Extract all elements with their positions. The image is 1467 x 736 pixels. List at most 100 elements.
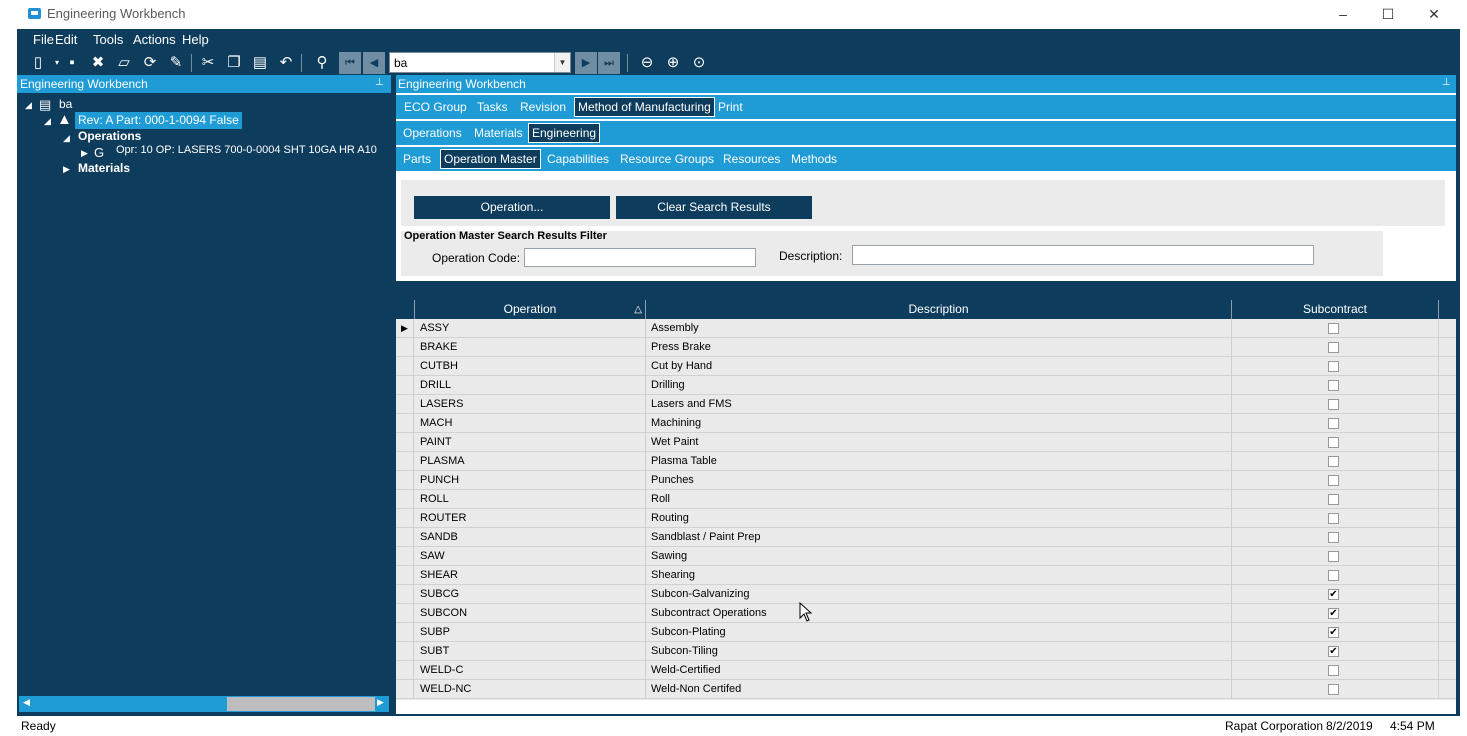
column-header-operation[interactable]: Operation △ (415, 300, 646, 319)
attach-icon[interactable]: ✎ (165, 52, 187, 74)
tab-print[interactable]: Print (718, 100, 743, 114)
cell-operation[interactable]: WELD-NC (415, 680, 646, 699)
cell-operation[interactable]: SANDB (415, 528, 646, 547)
table-row[interactable]: CUTBH Cut by Hand (396, 357, 1456, 376)
row-selector[interactable] (396, 376, 414, 395)
copy-icon[interactable]: ❐ (223, 52, 245, 74)
menu-edit[interactable]: Edit (55, 32, 77, 47)
operation-code-input[interactable] (525, 249, 755, 266)
subcontract-checkbox[interactable] (1328, 323, 1339, 334)
tab-tasks[interactable]: Tasks (477, 100, 508, 114)
cell-description[interactable]: Subcon-Galvanizing (646, 585, 1232, 604)
subcontract-checkbox[interactable] (1328, 361, 1339, 372)
cell-description[interactable]: Routing (646, 509, 1232, 528)
row-selector[interactable] (396, 661, 414, 680)
cell-operation[interactable]: ROUTER (415, 509, 646, 528)
cell-operation[interactable]: SUBT (415, 642, 646, 661)
tab-method-of-manufacturing[interactable]: Method of Manufacturing (574, 97, 715, 117)
table-row[interactable]: ROUTER Routing (396, 509, 1456, 528)
table-row[interactable]: BRAKE Press Brake (396, 338, 1456, 357)
column-header-description[interactable]: Description (646, 300, 1232, 319)
cell-description[interactable]: Roll (646, 490, 1232, 509)
subcontract-checkbox[interactable] (1328, 684, 1339, 695)
subcontract-checkbox[interactable]: ✔ (1328, 589, 1339, 600)
subcontract-checkbox[interactable] (1328, 380, 1339, 391)
chevron-down-icon[interactable]: ▼ (554, 53, 570, 72)
table-row[interactable]: SUBP Subcon-Plating ✔ (396, 623, 1456, 642)
table-row[interactable]: ▶ ASSY Assembly (396, 319, 1456, 338)
record-search-combo[interactable]: ▼ (389, 52, 571, 73)
description-input[interactable] (853, 246, 1313, 264)
cell-description[interactable]: Weld-Certified (646, 661, 1232, 680)
cell-operation[interactable]: SAW (415, 547, 646, 566)
cell-operation[interactable]: PAINT (415, 433, 646, 452)
menu-actions[interactable]: Actions (133, 32, 176, 47)
row-selector[interactable] (396, 528, 414, 547)
tab-engineering[interactable]: Engineering (528, 123, 601, 143)
row-selector[interactable] (396, 338, 414, 357)
row-selector[interactable] (396, 566, 414, 585)
operation-button[interactable]: Operation... (414, 196, 610, 219)
menu-tools[interactable]: Tools (93, 32, 123, 47)
cell-description[interactable]: Subcon-Tiling (646, 642, 1232, 661)
binoculars-icon[interactable]: ⚲ (311, 52, 333, 74)
cell-description[interactable]: Sawing (646, 547, 1232, 566)
row-selector[interactable] (396, 623, 414, 642)
cell-operation[interactable]: PLASMA (415, 452, 646, 471)
tree-revision[interactable]: Rev: A Part: 000-1-0094 False (75, 112, 242, 129)
tab-operations[interactable]: Operations (403, 126, 462, 140)
subcontract-checkbox[interactable] (1328, 418, 1339, 429)
subcontract-checkbox[interactable]: ✔ (1328, 608, 1339, 619)
tab-capabilities[interactable]: Capabilities (547, 152, 609, 166)
horizontal-scrollbar[interactable]: ◀ ▶ (19, 696, 389, 712)
tab-parts[interactable]: Parts (403, 152, 431, 166)
subcontract-checkbox[interactable] (1328, 570, 1339, 581)
table-row[interactable]: WELD-C Weld-Certified (396, 661, 1456, 680)
cell-operation[interactable]: ASSY (415, 319, 646, 338)
maximize-button[interactable]: ☐ (1374, 4, 1402, 24)
subcontract-checkbox[interactable]: ✔ (1328, 646, 1339, 657)
cell-description[interactable]: Drilling (646, 376, 1232, 395)
cell-description[interactable]: Weld-Non Certifed (646, 680, 1232, 699)
menu-file[interactable]: File (33, 32, 54, 47)
cell-description[interactable]: Subcontract Operations (646, 604, 1232, 623)
subcontract-checkbox[interactable] (1328, 551, 1339, 562)
back-icon[interactable]: ⊖ (636, 52, 658, 74)
subcontract-checkbox[interactable] (1328, 475, 1339, 486)
column-header-subcontract[interactable]: Subcontract (1232, 300, 1439, 319)
table-row[interactable]: PAINT Wet Paint (396, 433, 1456, 452)
row-selector[interactable] (396, 452, 414, 471)
row-selector[interactable] (396, 585, 414, 604)
cell-description[interactable]: Sandblast / Paint Prep (646, 528, 1232, 547)
cut-icon[interactable]: ✂ (197, 52, 219, 74)
cell-operation[interactable]: ROLL (415, 490, 646, 509)
expand-icon[interactable]: ▶ (63, 164, 70, 175)
subcontract-checkbox[interactable] (1328, 532, 1339, 543)
subcontract-checkbox[interactable] (1328, 665, 1339, 676)
next-record-icon[interactable]: ▶ (575, 52, 597, 74)
table-row[interactable]: SHEAR Shearing (396, 566, 1456, 585)
tab-materials[interactable]: Materials (474, 126, 523, 140)
previous-record-icon[interactable]: ◀ (363, 52, 385, 74)
clear-search-results-button[interactable]: Clear Search Results (616, 196, 812, 219)
minimize-button[interactable]: – (1329, 4, 1357, 24)
collapse-icon[interactable]: ◢ (25, 100, 32, 111)
forward-icon[interactable]: ⊕ (662, 52, 684, 74)
tab-revision[interactable]: Revision (520, 100, 566, 114)
cell-description[interactable]: Subcon-Plating (646, 623, 1232, 642)
table-row[interactable]: PLASMA Plasma Table (396, 452, 1456, 471)
row-selector[interactable] (396, 433, 414, 452)
row-selector[interactable] (396, 604, 414, 623)
delete-icon[interactable]: ✖ (87, 52, 109, 74)
cell-operation[interactable]: SUBCON (415, 604, 646, 623)
cell-operation[interactable]: LASERS (415, 395, 646, 414)
scroll-right-icon[interactable]: ▶ (377, 697, 384, 708)
subcontract-checkbox[interactable] (1328, 513, 1339, 524)
cell-operation[interactable]: WELD-C (415, 661, 646, 680)
cell-operation[interactable]: PUNCH (415, 471, 646, 490)
subcontract-checkbox[interactable]: ✔ (1328, 627, 1339, 638)
tab-resources[interactable]: Resources (723, 152, 780, 166)
table-row[interactable]: MACH Machining (396, 414, 1456, 433)
expand-icon[interactable]: ▶ (81, 148, 88, 159)
tree-operation-item[interactable]: Opr: 10 OP: LASERS 700-0-0004 SHT 10GA H… (116, 144, 377, 161)
